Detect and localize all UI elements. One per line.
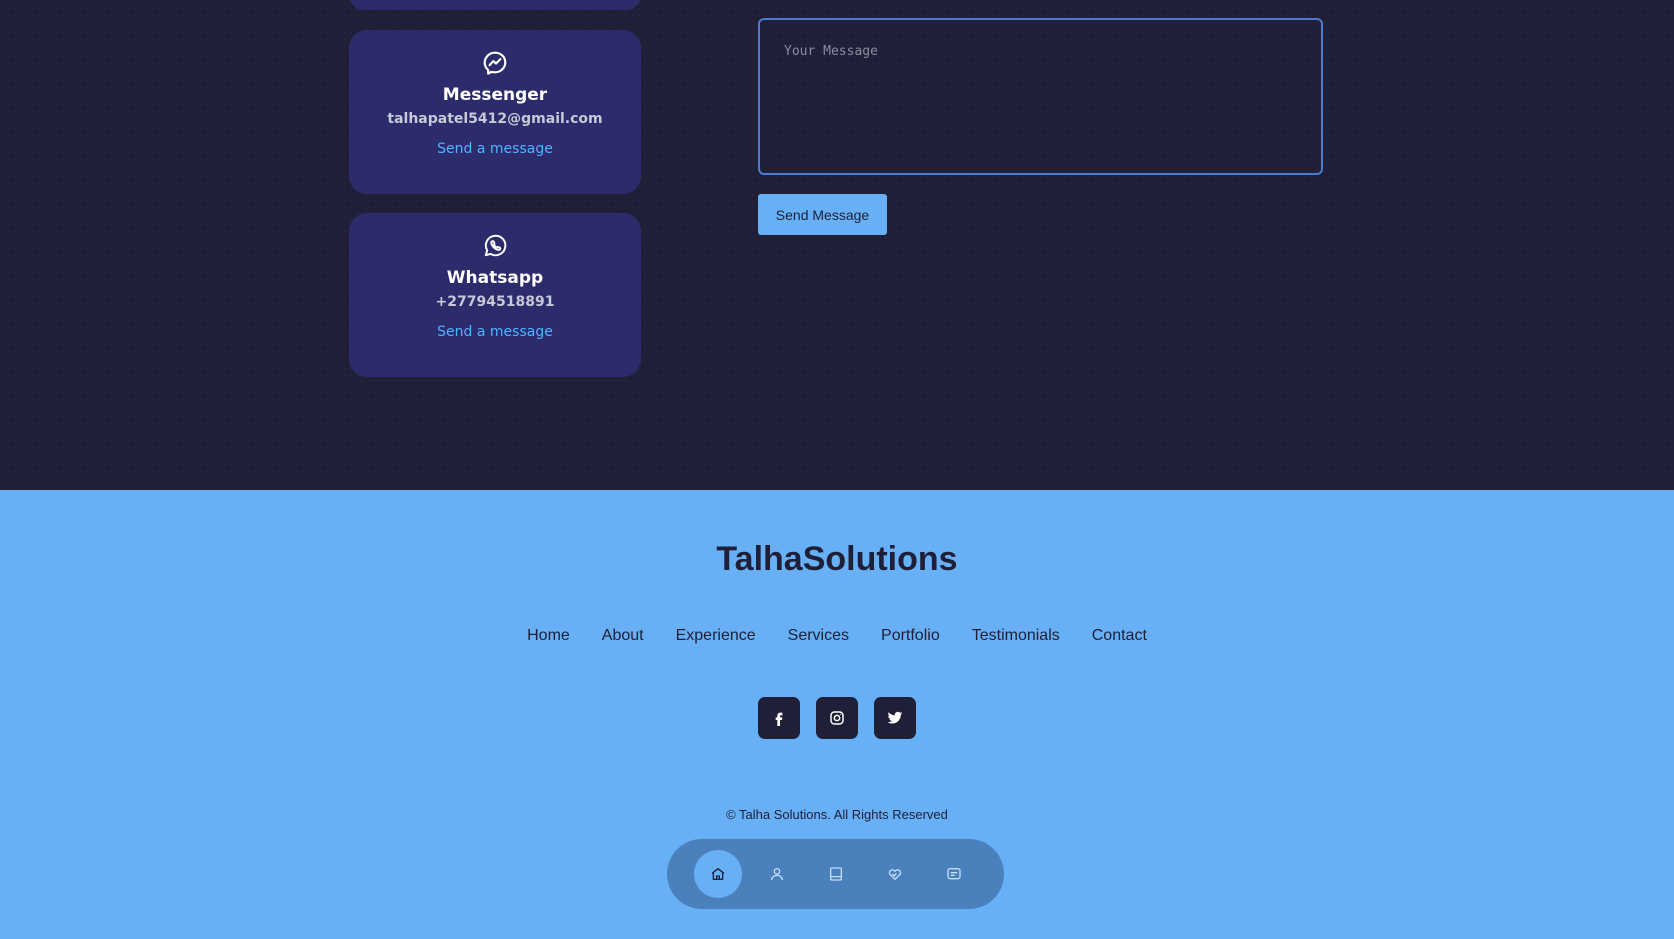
nav-home-button[interactable] [694,850,742,898]
nav-about-button[interactable] [753,850,801,898]
contact-card-whatsapp: Whatsapp +27794518891 Send a message [349,213,641,377]
handshake-icon [887,866,903,882]
contact-card-email [349,0,641,10]
footer-link-portfolio[interactable]: Portfolio [881,627,940,645]
book-icon [828,866,844,882]
chat-icon [946,866,962,882]
card-title: Whatsapp [446,268,544,288]
send-message-button[interactable]: Send Message [758,194,887,235]
twitter-icon[interactable] [874,697,916,739]
contact-section: Messenger talhapatel5412@gmail.com Send … [0,0,1674,490]
footer-nav: Home About Experience Services Portfolio… [0,627,1674,645]
send-message-link[interactable]: Send a message [437,324,553,340]
card-detail: talhapatel5412@gmail.com [387,111,603,127]
send-message-link[interactable]: Send a message [437,141,553,157]
nav-services-button[interactable] [871,850,919,898]
whatsapp-icon [482,233,508,259]
social-links [0,697,1674,739]
card-detail: +27794518891 [435,294,555,310]
instagram-icon[interactable] [816,697,858,739]
footer-link-about[interactable]: About [602,627,644,645]
footer-logo[interactable]: TalhaSolutions [0,540,1674,579]
floating-nav-bar [667,839,1004,909]
messenger-icon [482,50,508,76]
user-icon [769,866,785,882]
facebook-icon[interactable] [758,697,800,739]
home-icon [710,866,726,882]
nav-experience-button[interactable] [812,850,860,898]
card-title: Messenger [442,85,548,105]
footer-link-contact[interactable]: Contact [1092,627,1147,645]
nav-contact-button[interactable] [930,850,978,898]
message-textarea[interactable] [758,18,1323,175]
copyright-text: © Talha Solutions. All Rights Reserved [726,807,948,822]
contact-card-messenger: Messenger talhapatel5412@gmail.com Send … [349,30,641,194]
footer-link-home[interactable]: Home [527,627,570,645]
footer-link-testimonials[interactable]: Testimonials [972,627,1060,645]
footer-link-experience[interactable]: Experience [676,627,756,645]
footer-link-services[interactable]: Services [788,627,849,645]
